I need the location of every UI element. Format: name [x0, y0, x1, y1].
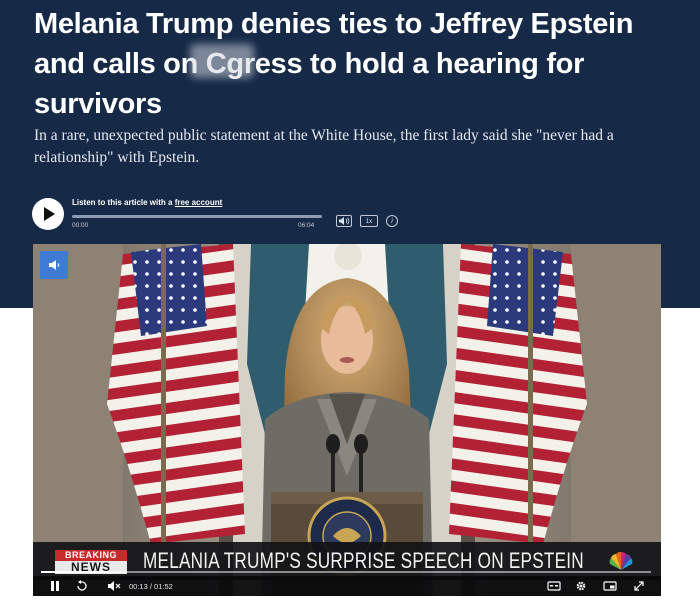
audio-player: Listen to this article with a free accou… — [32, 196, 412, 232]
audio-speed-button[interactable]: 1x — [360, 215, 378, 227]
video-controls-bar — [33, 576, 661, 596]
picture-in-picture-button[interactable] — [603, 580, 617, 596]
settings-button[interactable] — [575, 580, 587, 596]
network-logo-icon — [609, 551, 633, 570]
replay-10-icon — [77, 580, 87, 591]
image-artifact — [190, 44, 254, 78]
audio-time-end: 06:04 — [298, 222, 315, 229]
settings-icon — [576, 581, 586, 591]
article-dek: In a rare, unexpected public statement a… — [34, 127, 614, 166]
audio-time-start: 00:00 — [72, 222, 89, 229]
listen-label: Listen to this article with a free accou… — [72, 198, 222, 207]
fullscreen-button[interactable] — [633, 580, 645, 596]
video-volume-button[interactable] — [107, 580, 121, 596]
listen-text: Listen to this article with a — [72, 198, 175, 207]
volume-icon — [339, 217, 350, 225]
audio-info-button[interactable]: i — [386, 215, 398, 227]
video-time: 00:13 / 01:52 — [129, 582, 173, 591]
replay-button[interactable] — [75, 580, 89, 596]
picture-in-picture-icon — [603, 581, 617, 591]
audio-volume-button[interactable] — [336, 215, 352, 227]
volume-icon — [108, 581, 121, 591]
captions-icon — [547, 581, 561, 591]
video-player[interactable]: BREAKING NEWS MELANIA TRUMP'S SURPRISE S… — [33, 244, 661, 596]
pause-button[interactable] — [49, 580, 61, 596]
audio-play-button[interactable] — [32, 198, 64, 230]
fullscreen-icon — [634, 581, 644, 591]
video-progress-fill — [41, 571, 112, 573]
play-icon — [44, 207, 55, 221]
headline: Melania Trump denies ties to Jeffrey Eps… — [34, 4, 674, 124]
audio-progress-track[interactable] — [72, 215, 322, 218]
pause-icon — [51, 581, 59, 591]
free-account-link[interactable]: free account — [175, 198, 223, 207]
video-mute-button[interactable] — [40, 251, 68, 279]
speaker-icon — [49, 260, 60, 270]
captions-button[interactable] — [547, 580, 561, 596]
video-progress-bar[interactable] — [41, 571, 651, 573]
